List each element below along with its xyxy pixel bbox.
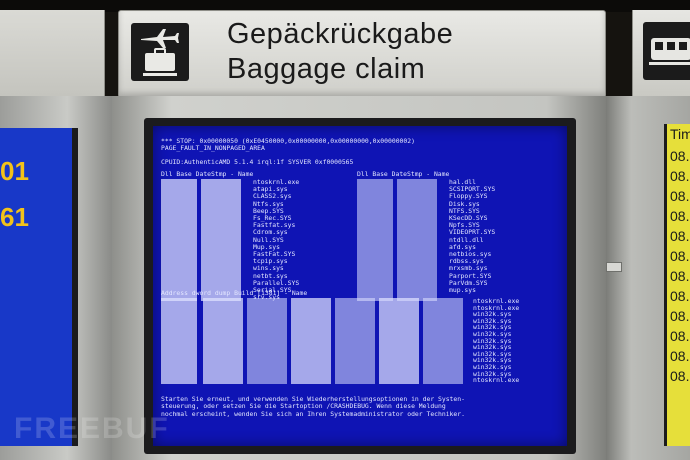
left-sign-panel <box>0 10 105 96</box>
stack-dword-column <box>335 298 375 384</box>
stack-dword-column <box>379 298 419 384</box>
right-display-row: 08. <box>670 368 690 384</box>
stack-dump-header: Address dword dump Build [1381] - Name <box>161 289 308 297</box>
right-display-row: 08. <box>670 288 690 304</box>
airplane-baggage-icon-graphic <box>141 29 179 76</box>
right-display-screen: Tim 08. 08. 08. 08. 08. 08. 08. 08. 08. 08. 08. 08. <box>664 124 690 446</box>
train-icon-graphic <box>649 38 690 65</box>
stack-dword-column <box>247 298 287 384</box>
right-display-row: 08. <box>670 208 690 224</box>
watermark: FREEBUF <box>14 412 170 445</box>
bsod-cpu-line: CPUID:AuthenticAMD 5.1.4 irql:1f SYSVER … <box>161 158 354 166</box>
left-display-value: 01 <box>0 156 29 186</box>
airport-scene: Gepäckrückgabe Baggage claim 01 61 Tim 0… <box>0 0 690 460</box>
stack-dword-column <box>203 298 243 384</box>
driver-address-column <box>357 179 393 301</box>
driver-address-column <box>161 179 197 301</box>
right-display-row: 08. <box>670 248 690 264</box>
blue-screen-error: *** STOP: 0x00000050 (0xE0450000,0x00000… <box>153 126 567 446</box>
right-display-row: 08. <box>670 168 690 184</box>
stack-dword-column <box>423 298 463 384</box>
right-display-row: 08. <box>670 268 690 284</box>
sign-title-german: Gepäckrückgabe <box>227 18 454 50</box>
driver-datestamp-column <box>397 179 437 301</box>
right-sign-panel <box>632 10 690 96</box>
sign-text: Gepäckrückgabe Baggage claim <box>227 17 453 87</box>
right-display-row: 08. <box>670 348 690 364</box>
housing-latch <box>606 262 622 272</box>
right-display-row: 08. <box>670 148 690 164</box>
sign-title-english: Baggage claim <box>227 53 426 85</box>
stack-address-column <box>161 298 197 384</box>
driver-name: mup.sys <box>449 286 476 294</box>
airplane-baggage-icon <box>131 23 189 81</box>
stack-dword-column <box>291 298 331 384</box>
right-display-row: 08. <box>670 188 690 204</box>
right-display-row: 08. <box>670 328 690 344</box>
right-display-row: 08. <box>670 308 690 324</box>
bsod-footer-line: nochmal erscheint, wenden Sie sich an Ih… <box>161 409 465 418</box>
bsod-error-code: PAGE_FAULT_IN_NONPAGED_AREA <box>161 144 265 152</box>
driver-table-header-right: Dll Base DateStmp - Name <box>357 170 450 178</box>
left-display-value: 61 <box>0 202 29 232</box>
baggage-claim-sign: Gepäckrückgabe Baggage claim <box>118 10 606 98</box>
left-display-screen: 01 61 <box>0 128 78 446</box>
driver-datestamp-column <box>201 179 241 301</box>
right-display-header: Tim <box>670 126 690 142</box>
driver-table-header-left: Dll Base DateStmp - Name <box>161 170 254 178</box>
train-icon <box>643 22 690 80</box>
stack-module-name: ntoskrnl.exe <box>473 376 520 385</box>
right-display-row: 08. <box>670 228 690 244</box>
